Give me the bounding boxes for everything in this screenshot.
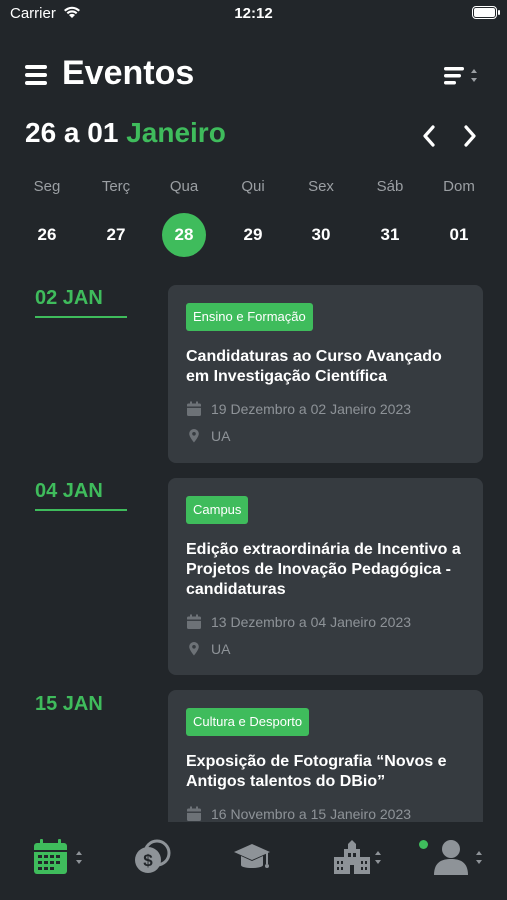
date-range-title: 26 a 01 Janeiro [25,117,226,149]
svg-text:$: $ [143,851,153,870]
tab-campus[interactable] [333,838,385,878]
event-list[interactable]: 02 JAN Ensino e Formação Candidaturas ao… [0,270,507,822]
tab-bar: $ [0,822,507,900]
event-date-label: 15 JAN [35,693,103,715]
date-range-prefix: 26 a 01 [25,117,127,148]
day-button[interactable]: 30 [299,213,343,257]
event-title: Edição extraordinária de Incentivo a Pro… [186,541,461,598]
status-time: 12:12 [234,5,273,22]
building-icon [334,840,381,874]
event-period-text: 19 Dezembro a 02 Janeiro 2023 [211,401,412,417]
weekday-label: Qui [241,178,265,195]
tab-finances[interactable]: $ [133,838,173,878]
location-pin-icon [189,429,199,443]
day-button[interactable]: 27 [94,213,138,257]
event-card[interactable]: Ensino e Formação Candidaturas ao Curso … [168,285,483,463]
calendar-icon [187,806,201,821]
page-title: Eventos [62,54,195,92]
event-date-label: 02 JAN [35,287,103,309]
event-location-text: UA [211,428,231,444]
event-card[interactable]: Campus Edição extraordinária de Incentiv… [168,478,483,675]
notification-dot [419,840,428,849]
list-sort-icon[interactable] [444,65,482,87]
calendar-icon [34,839,82,874]
event-date-label: 04 JAN [35,480,103,502]
weekday-label: Sáb [376,178,404,195]
event-location-text: UA [211,641,231,657]
date-underline [35,509,127,511]
category-badge: Ensino e Formação [186,303,313,331]
event-card[interactable]: Cultura e Desporto Exposição de Fotograf… [168,690,483,822]
menu-icon[interactable] [25,65,47,85]
header: Eventos [0,52,507,102]
category-badge: Campus [186,496,249,524]
day-row: 26 27 28 29 30 31 01 [0,213,507,257]
tab-academic[interactable] [232,838,274,878]
day-button[interactable]: 31 [368,213,412,257]
date-range-month: Janeiro [126,117,226,148]
weekday-label: Dom [443,178,475,195]
tab-events[interactable] [33,838,87,878]
calendar-icon [187,614,201,629]
weekday-label: Sex [308,178,334,195]
location-pin-icon [189,642,199,656]
battery-icon [472,6,500,19]
weekday-label: Qua [169,178,199,195]
date-underline [35,316,127,318]
calendar-icon [187,401,201,416]
coins-icon: $ [135,839,171,873]
user-icon [434,840,482,875]
event-title: Exposição de Fotografia “Novos e Antigos… [186,753,447,790]
category-badge: Cultura e Desporto [186,708,310,736]
day-button[interactable]: 01 [437,213,481,257]
tab-profile[interactable] [432,838,484,878]
status-bar: Carrier 12:12 [0,0,507,30]
day-button[interactable]: 29 [231,213,275,257]
event-period-text: 13 Dezembro a 04 Janeiro 2023 [211,614,412,630]
day-button[interactable]: 26 [25,213,69,257]
weekday-label: Terç [101,178,131,195]
event-period-text: 16 Novembro a 15 Janeiro 2023 [211,806,412,822]
graduation-cap-icon [234,844,270,868]
weekday-label: Seg [33,178,61,195]
event-title: Candidaturas ao Curso Avançado em Invest… [186,348,442,385]
chevron-right-icon[interactable] [460,122,480,150]
day-button-selected[interactable]: 28 [162,213,206,257]
weekday-row: Seg Terç Qua Qui Sex Sáb Dom [0,178,507,200]
chevron-left-icon[interactable] [419,122,439,150]
